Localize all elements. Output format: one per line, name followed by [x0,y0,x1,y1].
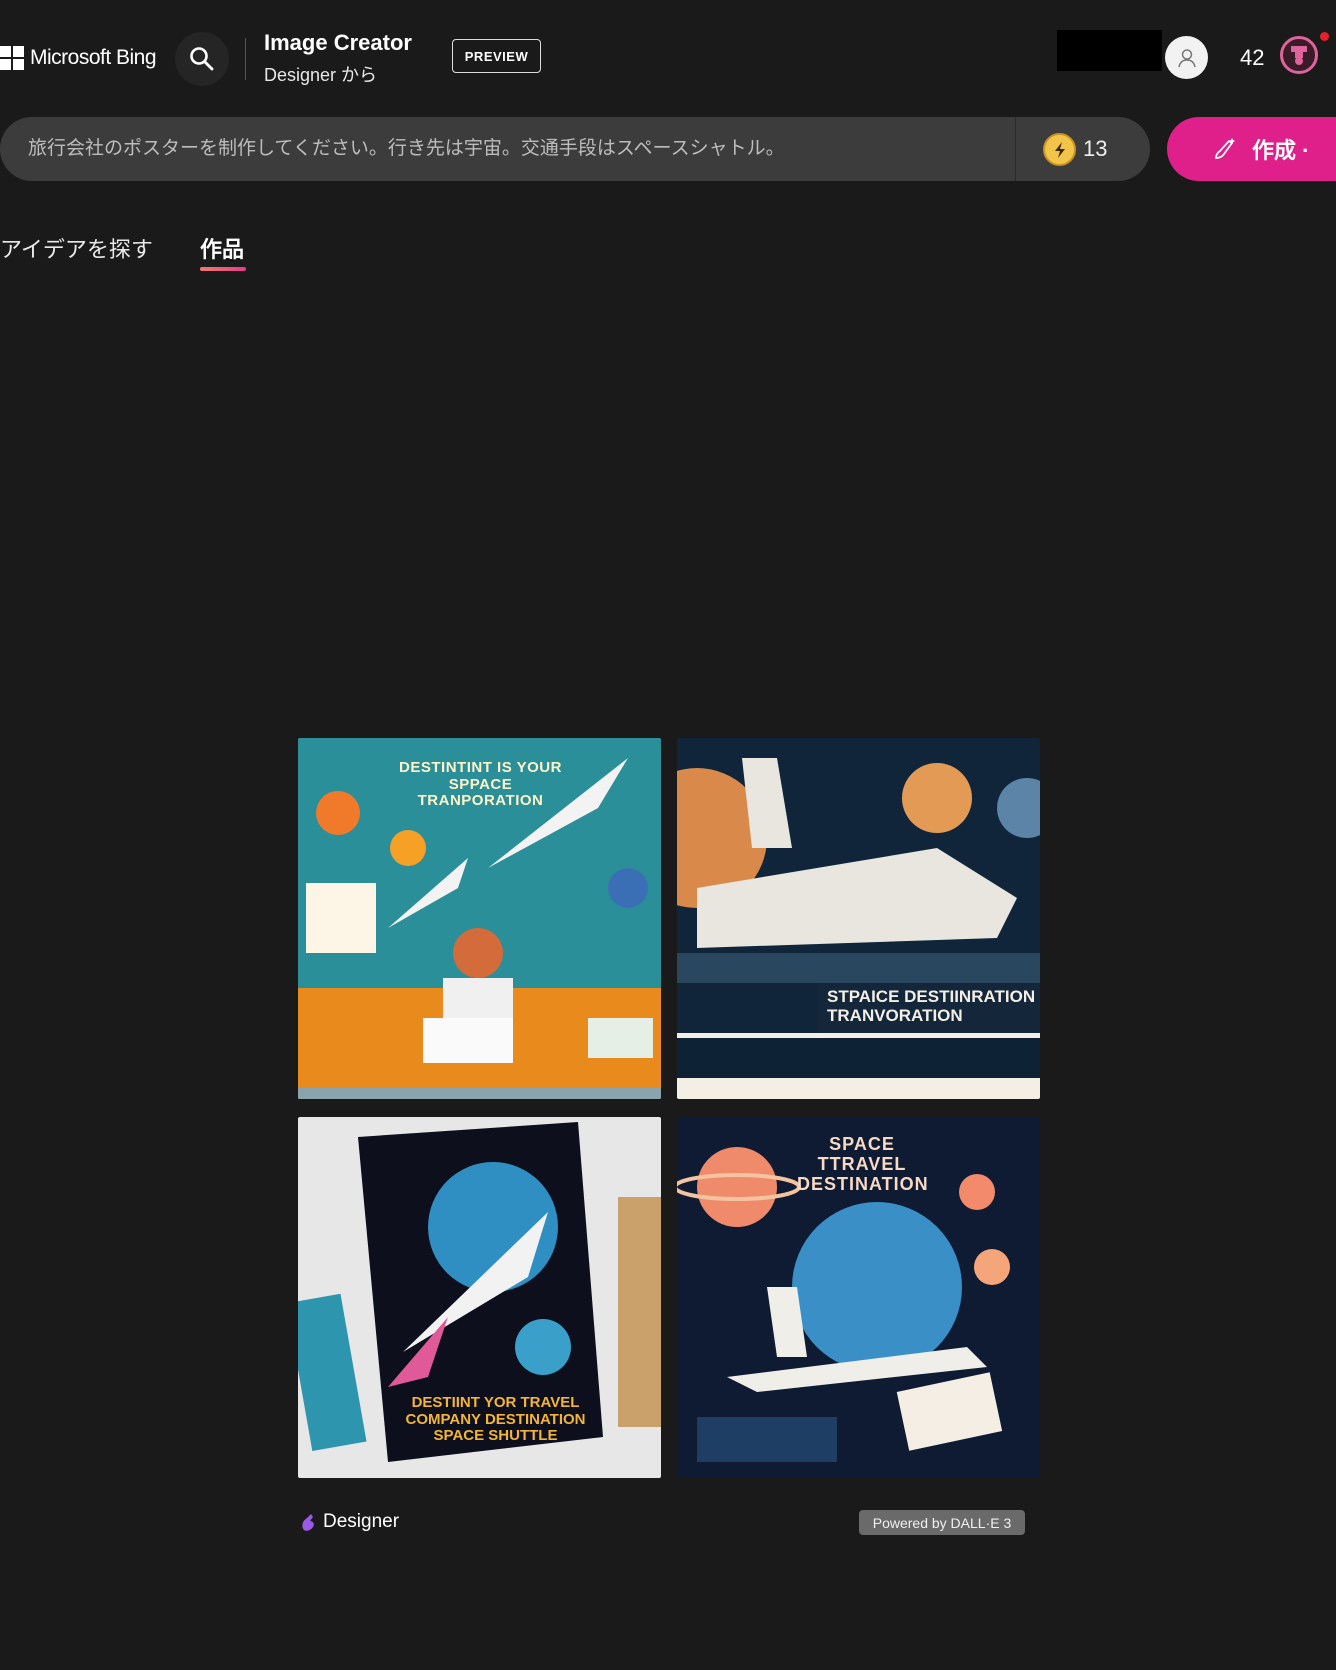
app-title[interactable]: Image Creator [264,30,412,56]
image-lettering: SPACE TTRAVEL DESTINATION [797,1134,929,1194]
search-button[interactable] [175,32,229,86]
prompt-bar-divider [1015,117,1016,181]
tab-creations[interactable]: 作品 [200,232,244,264]
app-subtitle: Designer から [264,65,378,85]
trophy-icon [1291,46,1307,65]
create-button[interactable]: 作成 · [1167,117,1336,181]
redacted-username [1057,30,1162,71]
user-icon [1177,48,1196,67]
header-divider [245,38,246,80]
avatar[interactable] [1165,36,1208,79]
microsoft-bing-logo[interactable]: Microsoft Bing [0,45,157,71]
lightning-coin-icon[interactable] [1043,133,1076,166]
designer-logo-icon [302,1514,314,1531]
image-lettering: DESTINTINT IS YOUR SPPACE TRANPORATION [399,759,562,809]
generated-image-3[interactable]: DESTIINT YOR TRAVEL COMPANY DESTINATION … [298,1117,661,1478]
notification-dot [1320,32,1329,41]
rewards-button[interactable] [1280,36,1318,74]
generated-image-4[interactable]: SPACE TTRAVEL DESTINATION [677,1117,1040,1478]
active-tab-indicator [200,267,246,271]
generated-image-1[interactable]: DESTINTINT IS YOUR SPPACE TRANPORATION [298,738,661,1099]
prompt-bar: 旅行会社のポスターを制作してください。行き先は宇宙。交通手段はスペースシャトル。… [0,117,1150,181]
powered-by-badge: Powered by DALL·E 3 [859,1510,1025,1535]
create-label: 作成 · [1252,138,1310,163]
image-lettering: STPAICE DESTIINRATION TRANVORATION [827,987,1036,1025]
designer-link[interactable]: Designer [300,1511,399,1533]
tab-explore-ideas[interactable]: アイデアを探す [0,232,153,264]
boost-count: 13 [1083,136,1108,161]
designer-label: Designer [323,1511,400,1532]
prompt-input[interactable]: 旅行会社のポスターを制作してください。行き先は宇宙。交通手段はスペースシャトル。 [28,117,785,181]
image-lettering: DESTIINT YOR TRAVEL COMPANY DESTINATION … [405,1394,586,1444]
space-shuttle-poster-illustration [677,738,1040,1099]
windows-logo-icon [0,46,24,70]
rewards-points[interactable]: 42 [1240,45,1264,71]
preview-badge: PREVIEW [452,39,541,73]
brush-sparkle-icon [1215,138,1235,159]
search-icon [190,47,214,71]
generated-image-2[interactable]: STPAICE DESTIINRATION TRANVORATION [677,738,1040,1099]
brand-name: Microsoft Bing [30,46,157,69]
